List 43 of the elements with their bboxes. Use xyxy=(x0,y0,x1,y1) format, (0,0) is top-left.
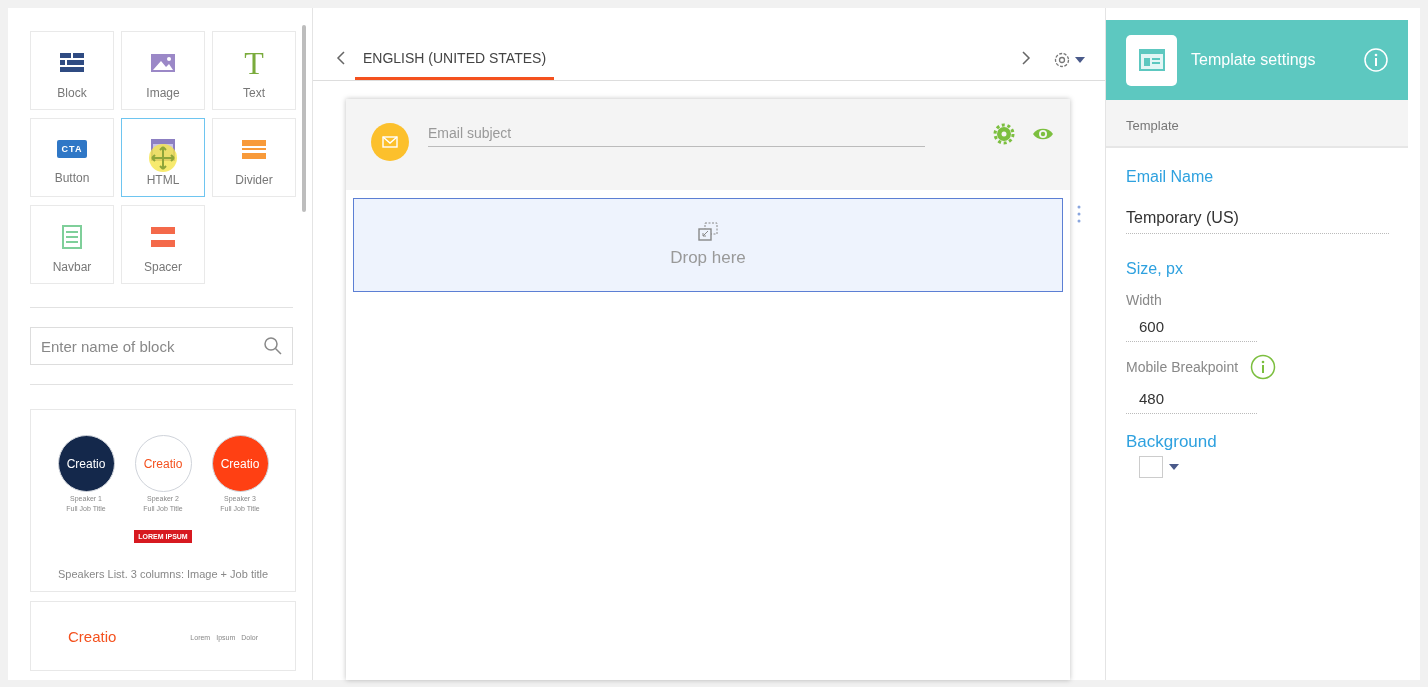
settings-icon xyxy=(1052,50,1072,70)
settings-icon[interactable] xyxy=(993,123,1015,145)
drag-handle-icon[interactable] xyxy=(1077,205,1081,223)
email-name-field[interactable]: Temporary (US) xyxy=(1126,209,1389,234)
envelope-icon xyxy=(371,123,409,161)
scrollbar[interactable] xyxy=(302,25,306,212)
logo-text: Creatio xyxy=(220,456,260,471)
logo-text: Creatio xyxy=(66,456,106,471)
info-icon[interactable] xyxy=(1250,354,1277,380)
subject-field[interactable]: Email subject xyxy=(428,123,925,147)
search-icon xyxy=(264,337,282,355)
block-tile[interactable]: Divider xyxy=(212,118,296,197)
field-heading: Background xyxy=(1126,432,1218,452)
field-heading: Size, px xyxy=(1126,260,1184,278)
block-tile[interactable]: Image xyxy=(121,31,205,110)
settings-title: Template settings xyxy=(1191,51,1317,69)
block-tile[interactable]: Spacer xyxy=(121,205,205,284)
color-picker[interactable] xyxy=(1139,456,1163,478)
field-label: Width xyxy=(1126,292,1162,308)
field-heading: Email Name xyxy=(1126,168,1215,186)
logo-text: Creatio xyxy=(68,627,117,645)
section-header: Template xyxy=(1106,100,1408,148)
block-tile[interactable]: CTA Button xyxy=(30,118,114,197)
field-label: Mobile Breakpoint xyxy=(1126,359,1239,375)
template-icon xyxy=(1126,34,1177,86)
settings-dropdown[interactable] xyxy=(1052,50,1085,70)
logo-text: Creatio xyxy=(143,456,183,471)
drop-zone[interactable]: Drop here xyxy=(353,198,1063,292)
number-field[interactable]: 480 xyxy=(1126,390,1257,414)
block-tile[interactable]: T Text xyxy=(212,31,296,110)
template-caption: Speakers List. 3 columns: Image + Job title xyxy=(58,568,268,580)
caret-icon[interactable] xyxy=(1169,464,1179,470)
cta-icon: CTA xyxy=(56,140,88,158)
search-field[interactable]: Enter name of block xyxy=(30,327,293,365)
drop-icon xyxy=(697,222,719,242)
block-tile[interactable]: Block xyxy=(30,31,114,110)
text-icon: T xyxy=(244,48,264,78)
move-cursor-icon xyxy=(148,143,178,173)
block-tile[interactable]: Navbar xyxy=(30,205,114,284)
block-tile[interactable]: HTML xyxy=(121,118,205,197)
number-field[interactable]: 600 xyxy=(1126,318,1257,342)
caret-icon xyxy=(1075,57,1085,63)
language-tab[interactable]: ENGLISH (UNITED STATES) xyxy=(355,50,555,80)
